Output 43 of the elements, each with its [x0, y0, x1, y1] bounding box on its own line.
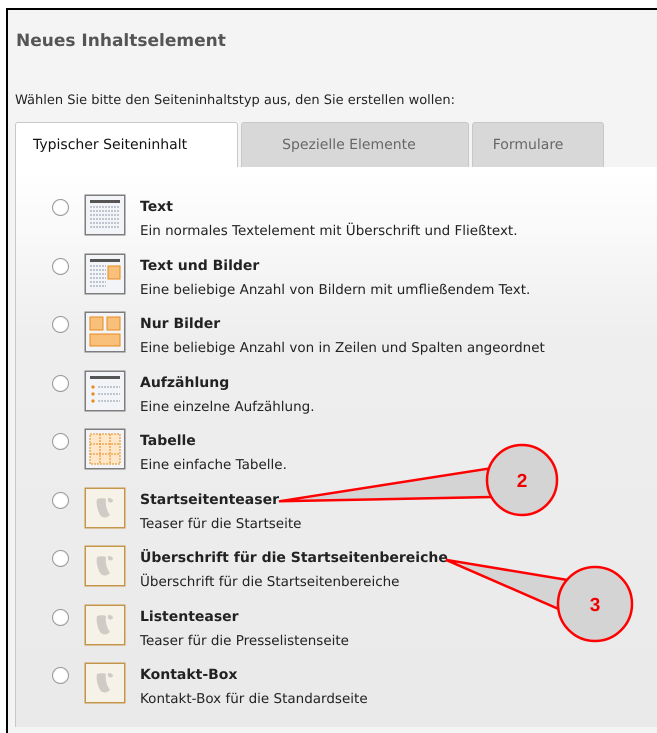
- element-description: Eine einzelne Aufzählung.: [140, 398, 315, 416]
- element-description: Eine beliebige Anzahl von Bildern mit umfließendem Text.: [140, 280, 530, 300]
- radio-button[interactable]: [52, 374, 69, 392]
- element-title: Text: [140, 198, 173, 216]
- element-description: Ein normales Textelement mit Überschrift und Fließtext.: [140, 222, 518, 241]
- tab[interactable]: Spezielle Elemente: [241, 122, 469, 167]
- element-title: Nur Bilder: [140, 315, 220, 333]
- plugin-icon: [84, 662, 126, 704]
- instruction-text: Wählen Sie bitte den Seiteninhaltstyp aus, den Sie erstellen wollen:: [15, 92, 456, 110]
- plugin-icon: [84, 604, 126, 646]
- element-title: Aufzählung: [140, 374, 230, 392]
- element-description: Eine einfache Tabelle.: [140, 456, 287, 475]
- callout-number: 2: [516, 471, 528, 492]
- radio-button[interactable]: [52, 667, 69, 684]
- dialog-title: Neues Inhaltselement: [16, 30, 226, 52]
- radio-button[interactable]: [52, 316, 69, 333]
- radio-button[interactable]: [52, 608, 69, 626]
- element-title: Text und Bilder: [140, 256, 260, 274]
- text-document-icon: [84, 194, 126, 236]
- text-image-icon: [84, 252, 126, 294]
- radio-button[interactable]: [52, 258, 69, 274]
- element-title: Startseitenteaser: [140, 490, 279, 508]
- element-title: Überschrift für die Startseitenbereiche: [140, 549, 448, 567]
- bullet-list-icon: [84, 370, 126, 412]
- radio-button[interactable]: [52, 492, 69, 508]
- element-description: Überschrift für die Startseitenbereiche: [140, 572, 400, 592]
- plugin-icon: [84, 545, 126, 587]
- element-title: Tabelle: [140, 432, 196, 450]
- callout-number: 3: [590, 595, 600, 616]
- element-title: Kontakt-Box: [140, 666, 238, 684]
- image-grid-icon: [84, 311, 126, 353]
- element-description: Kontakt-Box für die Standardseite: [140, 690, 368, 709]
- tab[interactable]: Typischer Seiteninhalt: [15, 122, 238, 167]
- element-title: Listenteaser: [140, 608, 239, 626]
- element-description: Eine beliebige Anzahl von in Zeilen und Spalten angeordnet: [140, 339, 545, 358]
- table-icon: [84, 428, 126, 470]
- radio-button[interactable]: [52, 199, 69, 216]
- radio-button[interactable]: [52, 550, 69, 567]
- plugin-icon: [84, 486, 126, 528]
- element-description: Teaser für die Presselistenseite: [140, 632, 349, 650]
- element-description: Teaser für die Startseite: [140, 514, 302, 534]
- tab[interactable]: Formulare: [472, 122, 604, 167]
- radio-button[interactable]: [52, 433, 69, 450]
